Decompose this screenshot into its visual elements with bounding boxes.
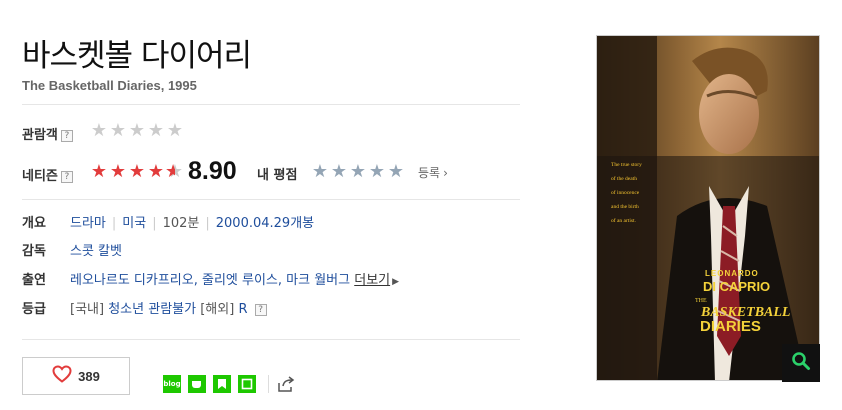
like-count: 389 (78, 368, 100, 384)
netizen-score: 8.90 (188, 157, 237, 185)
chevron-right-icon: › (443, 166, 448, 180)
search-icon (791, 351, 811, 375)
divider (268, 375, 269, 393)
movie-poster[interactable]: The true story of the death of innocence… (596, 35, 820, 381)
audience-help-icon[interactable]: ? (60, 130, 73, 142)
netizen-rating-label: 네티즌? (22, 165, 73, 184)
grade-help-icon[interactable]: ? (254, 304, 267, 316)
register-rating-link[interactable]: 등록 › (418, 164, 448, 181)
caret-right-icon: ▶ (392, 277, 400, 287)
cast-links[interactable]: 레오나르도 디카프리오, 줄리엣 루이스, 마크 월버그 (70, 273, 350, 288)
poster-zoom-button[interactable] (782, 344, 820, 382)
heart-icon (52, 365, 72, 387)
overview-row: 드라마 | 미국 | 102분 | 2000.04.29개봉 (70, 216, 315, 231)
cafe-share-icon[interactable] (188, 375, 206, 393)
grade-label: 등급 (22, 302, 46, 317)
release-date-link[interactable]: 2000.04.29개봉 (216, 216, 314, 231)
like-button[interactable]: 389 (22, 357, 130, 395)
poster-actor-first: LEONARDO (705, 269, 759, 278)
runtime: 102분 (162, 216, 200, 231)
director-link[interactable]: 스콧 칼벳 (70, 240, 122, 259)
grade-domestic-link[interactable]: 청소년 관람불가 (108, 302, 196, 317)
country-link[interactable]: 미국 (122, 216, 146, 231)
poster-title-the: THE (695, 298, 707, 304)
poster-tagline: The true story of the death of innocence… (611, 162, 642, 224)
divider (22, 339, 520, 340)
bookmark-share-icon[interactable] (213, 375, 231, 393)
audience-stars: ★ ★ ★ ★ ★ (90, 120, 183, 141)
cast-label: 출연 (22, 273, 46, 288)
divider (22, 199, 520, 200)
my-rating-stars[interactable]: ★ ★ ★ ★ ★ (310, 162, 405, 182)
memo-share-icon[interactable] (238, 375, 256, 393)
audience-rating-label: 관람객? (22, 124, 73, 143)
genre-label: 개요 (22, 216, 46, 231)
netizen-help-icon[interactable]: ? (60, 171, 73, 183)
cast-more-link[interactable]: 더보기 (354, 273, 390, 288)
poster-actor-last: DI CAPRIO (703, 279, 771, 294)
grade-row: [국내] 청소년 관람불가 [해외] R ? (70, 298, 267, 317)
divider (22, 104, 520, 105)
genre-link[interactable]: 드라마 (70, 216, 106, 231)
poster-title-line2: DIARIES (700, 318, 761, 335)
movie-title: 바스켓볼 다이어리 (22, 38, 252, 74)
grade-overseas-link[interactable]: R (238, 302, 247, 317)
cast-row: 레오나르도 디카프리오, 줄리엣 루이스, 마크 월버그 더보기 ▶ (70, 269, 399, 288)
my-rating-label: 내 평점 (257, 168, 298, 183)
blog-share-icon[interactable]: blog (163, 375, 181, 393)
netizen-stars: ★ ★ ★ ★ ★ ★ (90, 161, 183, 182)
director-label: 감독 (22, 244, 46, 259)
external-share-icon[interactable] (276, 375, 296, 393)
movie-subtitle: The Basketball Diaries, 1995 (22, 78, 197, 93)
share-toolbar: blog (163, 375, 296, 393)
